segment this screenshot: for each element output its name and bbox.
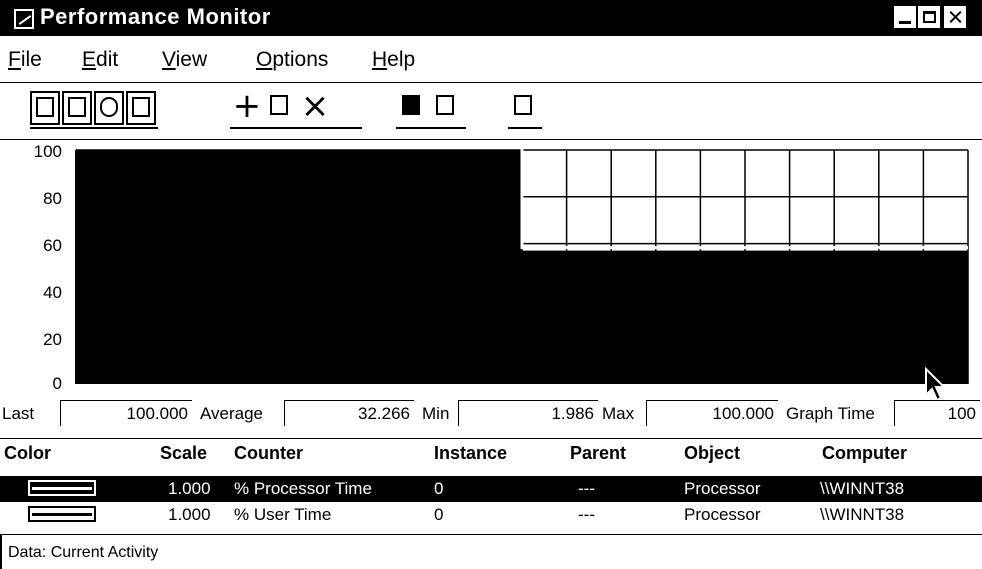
- edit-group-divider: [230, 127, 362, 129]
- instance-column-header: Instance: [434, 443, 508, 463]
- alert-view-icon: [68, 97, 86, 117]
- options-group-divider: [508, 127, 542, 129]
- log-view-button[interactable]: [94, 91, 124, 125]
- status-text: Data: Current Activity: [8, 544, 159, 561]
- title-bar[interactable]: Performance Monitor: [0, 0, 982, 36]
- min-label: Min: [422, 404, 450, 423]
- menu-edit[interactable]: Edit: [82, 48, 118, 72]
- log-view-icon: [100, 97, 118, 117]
- scale-cell: 1.000: [168, 479, 211, 498]
- alert-view-button[interactable]: [62, 91, 92, 125]
- edit-counter-button[interactable]: [266, 91, 296, 125]
- max-label: Max: [602, 404, 635, 423]
- min-value: 1.986: [458, 400, 598, 426]
- scale-cell: 1.000: [168, 505, 211, 524]
- object-column-header: Object: [684, 443, 741, 463]
- snapshot-group-divider: [396, 127, 466, 129]
- delete-counter-icon: ×: [300, 86, 330, 126]
- maximize-button[interactable]: [918, 6, 940, 28]
- chart-view-button[interactable]: [30, 91, 60, 125]
- menu-bar: File Edit View Options Help: [0, 44, 982, 78]
- instance-cell: 0: [434, 479, 444, 498]
- view-group-divider: [30, 127, 158, 129]
- counter-column-header: Counter: [234, 443, 303, 463]
- options-button[interactable]: [510, 91, 540, 125]
- options-icon: [514, 95, 532, 115]
- toolbar: + ×: [0, 82, 982, 140]
- color-column-header: Color: [4, 443, 51, 463]
- status-bar: Data: Current Activity: [0, 534, 982, 569]
- report-view-button[interactable]: [126, 91, 156, 125]
- computer-column-header: Computer: [822, 443, 907, 463]
- last-label: Last: [2, 404, 35, 423]
- bookmark-button[interactable]: [432, 91, 462, 125]
- update-now-button[interactable]: [398, 91, 428, 125]
- update-now-icon: [402, 95, 420, 115]
- parent-column-header: Parent: [570, 443, 627, 463]
- minimize-button[interactable]: [894, 6, 916, 28]
- color-swatch: [28, 480, 96, 496]
- counter-cell: % User Time: [234, 505, 332, 524]
- object-cell: Processor: [684, 505, 761, 524]
- legend-header: Color Scale Counter Instance Parent Obje…: [0, 438, 982, 468]
- edit-counter-icon: [270, 95, 288, 115]
- scale-column-header: Scale: [160, 443, 208, 463]
- chart-area[interactable]: 100 80 60 40 20 0: [0, 142, 982, 402]
- menu-view[interactable]: View: [162, 48, 207, 72]
- report-view-icon: [132, 97, 150, 117]
- menu-file[interactable]: File: [8, 48, 42, 72]
- counter-cell: % Processor Time: [234, 479, 372, 498]
- delete-counter-button[interactable]: ×: [300, 87, 330, 125]
- computer-cell: \\WINNT38: [820, 479, 905, 498]
- instance-cell: 0: [434, 505, 444, 524]
- average-label: Average: [200, 404, 264, 423]
- color-swatch: [28, 506, 96, 522]
- add-counter-icon: +: [232, 86, 262, 126]
- bookmark-icon: [436, 95, 454, 115]
- close-button[interactable]: [944, 6, 966, 28]
- perfmon-app-icon[interactable]: [14, 9, 34, 29]
- graph-time-label: Graph Time: [786, 404, 875, 423]
- parent-cell: ---: [578, 479, 595, 498]
- maximize-icon: [923, 11, 936, 23]
- menu-help[interactable]: Help: [372, 48, 415, 72]
- add-counter-button[interactable]: +: [232, 87, 262, 125]
- legend-row[interactable]: 1.000 % User Time 0 --- Processor \\WINN…: [0, 502, 982, 528]
- max-value: 100.000: [646, 400, 778, 426]
- chart-plot: [75, 145, 969, 384]
- parent-cell: ---: [578, 505, 595, 524]
- legend-row[interactable]: 1.000 % Processor Time 0 --- Processor \…: [0, 476, 982, 502]
- window-title: Performance Monitor: [40, 4, 271, 29]
- graph-time-value: 100: [894, 400, 980, 426]
- menu-options[interactable]: Options: [256, 48, 328, 72]
- last-value: 100.000: [60, 400, 192, 426]
- computer-cell: \\WINNT38: [820, 505, 905, 524]
- value-bar: Last 100.000 Average 32.266 Min 1.986 Ma…: [0, 398, 982, 434]
- object-cell: Processor: [684, 479, 761, 498]
- average-value: 32.266: [284, 400, 414, 426]
- chart-view-icon: [36, 97, 54, 117]
- minimize-icon: [899, 21, 911, 24]
